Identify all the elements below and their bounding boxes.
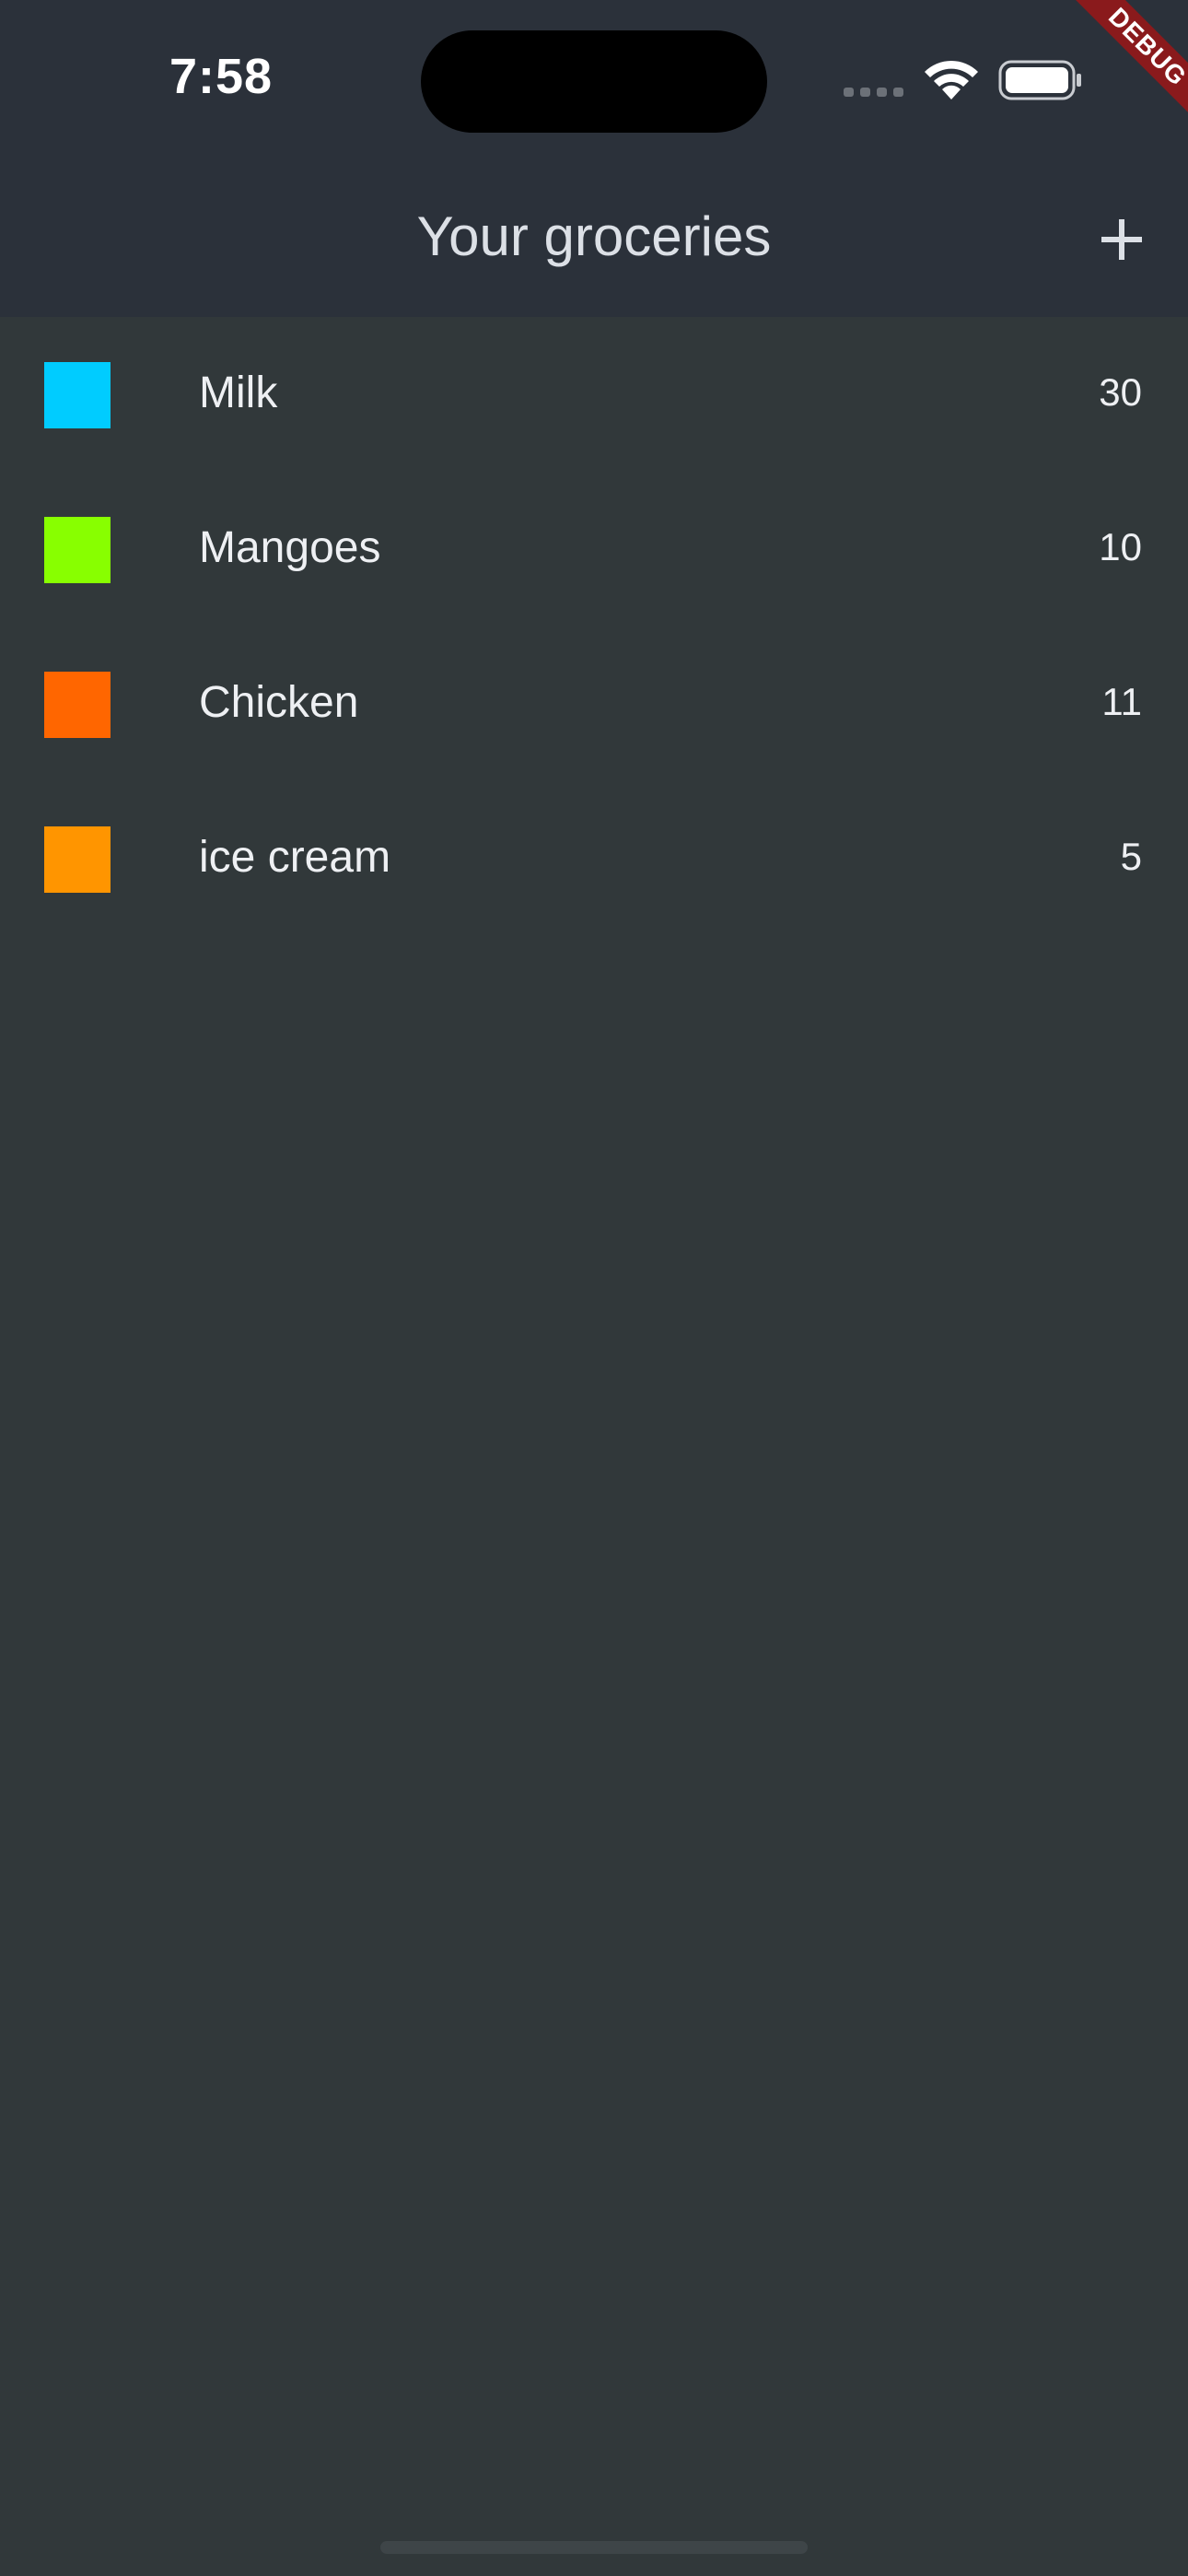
category-color-swatch <box>44 517 111 583</box>
grocery-item-chicken[interactable]: Chicken 11 <box>0 626 1188 781</box>
plus-icon <box>1101 219 1142 260</box>
app-screen: 7:58 DEBUG Your groceries Milk 30 Mangoe… <box>0 0 1188 2576</box>
item-quantity: 5 <box>1120 835 1142 878</box>
category-color-swatch <box>44 826 111 893</box>
page-title: Your groceries <box>416 205 772 267</box>
item-name: Milk <box>199 369 278 417</box>
category-color-swatch <box>44 672 111 738</box>
dynamic-island <box>421 30 767 133</box>
grocery-list: Milk 30 Mangoes 10 Chicken 11 ice cream … <box>0 317 1188 936</box>
status-time: 7:58 <box>169 49 274 104</box>
item-name: ice cream <box>199 833 391 882</box>
battery-icon <box>998 60 1083 100</box>
add-button[interactable] <box>1092 210 1151 269</box>
item-name: Chicken <box>199 678 359 727</box>
item-name: Mangoes <box>199 523 381 572</box>
header: 7:58 DEBUG Your groceries <box>0 0 1188 317</box>
item-quantity: 10 <box>1099 525 1142 568</box>
grocery-item-milk[interactable]: Milk 30 <box>0 317 1188 472</box>
item-quantity: 30 <box>1099 370 1142 414</box>
wifi-icon <box>921 57 982 101</box>
grocery-item-ice-cream[interactable]: ice cream 5 <box>0 781 1188 936</box>
cellular-signal-icon <box>844 88 904 97</box>
home-indicator[interactable] <box>380 2541 808 2554</box>
item-quantity: 11 <box>1101 680 1142 723</box>
category-color-swatch <box>44 362 111 428</box>
grocery-item-mangoes[interactable]: Mangoes 10 <box>0 472 1188 626</box>
